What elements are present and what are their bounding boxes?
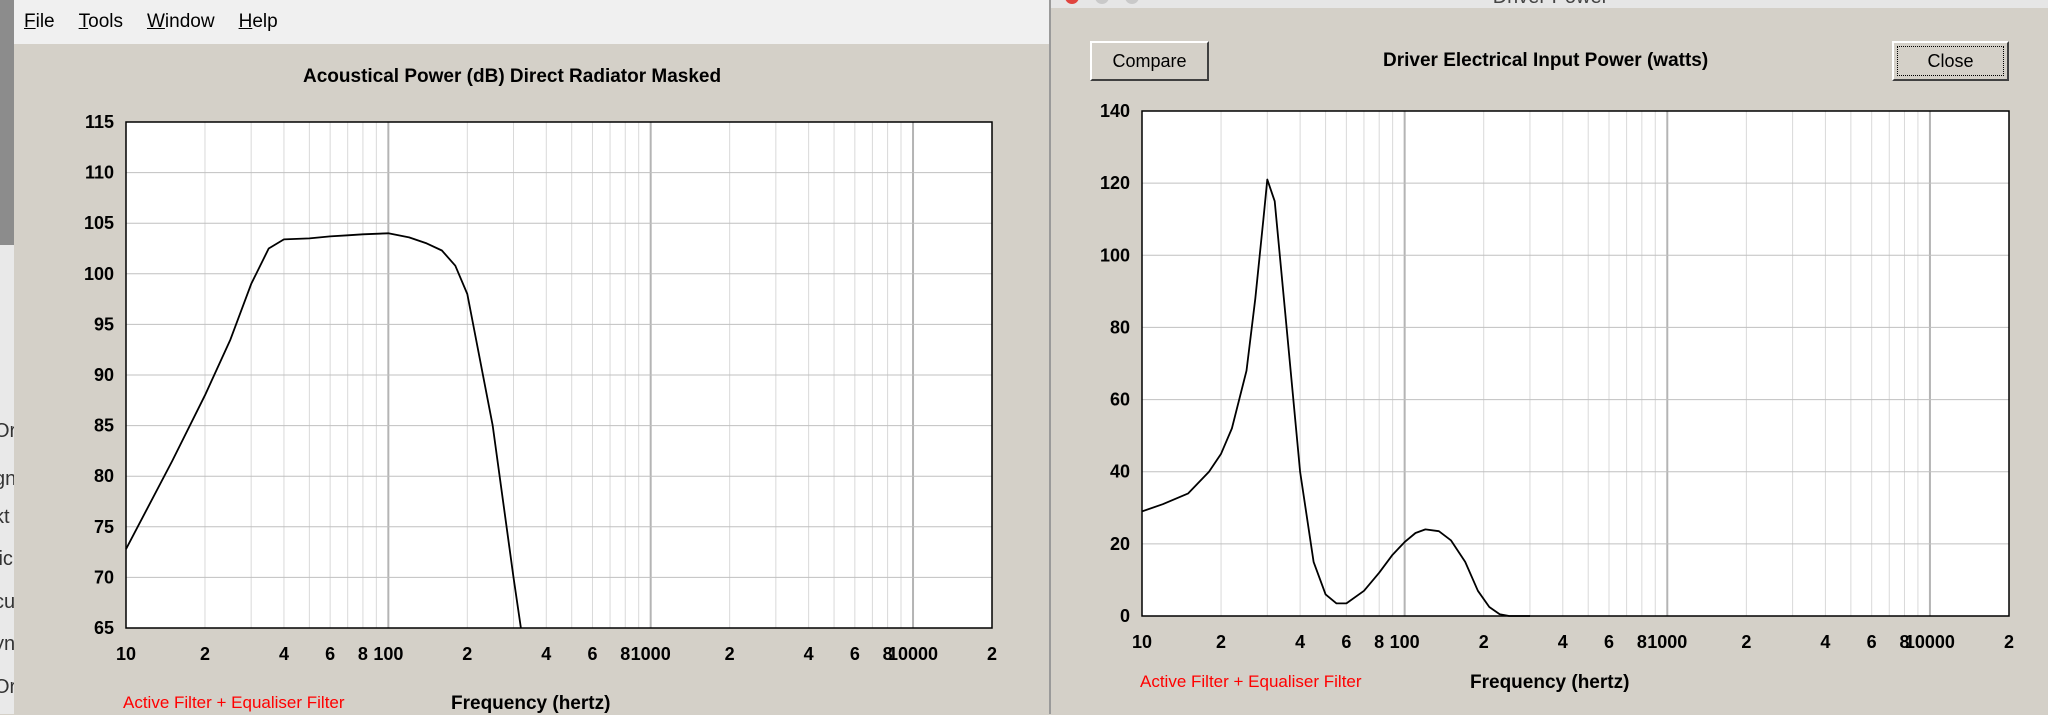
driver-plot-area xyxy=(1142,111,2009,616)
driver-x-tick-label: 10 xyxy=(1132,632,1152,652)
driver-y-tick-label: 80 xyxy=(1110,317,1130,337)
acoustic-x-tick-label: 2 xyxy=(987,644,997,664)
driver-x-tick-label: 6 xyxy=(1341,632,1351,652)
acoustic-filter-label: Active Filter + Equaliser Filter xyxy=(123,693,345,712)
driver-x-tick-label: 6 xyxy=(1867,632,1877,652)
background-window-strip: Or gn kt lic cu yn Or xyxy=(0,0,14,714)
acoustic-x-tick-label: 100 xyxy=(373,644,403,664)
acoustic-x-tick-label: 8 xyxy=(620,644,630,664)
acoustic-power-window: File Tools Window Help Acoustical Power … xyxy=(14,0,1050,714)
acoustic-y-tick-label: 90 xyxy=(94,365,114,385)
background-text-fragment: cu xyxy=(0,591,14,613)
acoustic-y-tick-label: 85 xyxy=(94,416,114,436)
background-text-fragment: Or xyxy=(0,420,14,442)
acoustic-y-tick-label: 70 xyxy=(94,567,114,587)
acoustic-x-tick-label: 2 xyxy=(725,644,735,664)
driver-x-tick-label: 4 xyxy=(1820,632,1830,652)
background-text-fragment: gn xyxy=(0,468,14,490)
acoustic-y-tick-label: 75 xyxy=(94,517,114,537)
acoustic-y-tick-label: 100 xyxy=(84,264,114,284)
acoustic-x-tick-label: 4 xyxy=(279,644,289,664)
acoustic-y-tick-label: 105 xyxy=(84,213,114,233)
driver-x-tick-label: 1000 xyxy=(1647,632,1687,652)
acoustic-x-tick-label: 2 xyxy=(462,644,472,664)
driver-x-tick-label: 100 xyxy=(1390,632,1420,652)
driver-y-tick-label: 140 xyxy=(1100,101,1130,121)
acoustic-x-tick-label: 2 xyxy=(200,644,210,664)
acoustic-x-tick-label: 8 xyxy=(358,644,368,664)
driver-y-tick-label: 40 xyxy=(1110,462,1130,482)
acoustic-x-tick-label: 4 xyxy=(804,644,814,664)
background-text-fragment: yn xyxy=(0,633,14,655)
acoustic-x-tick-label: 1000 xyxy=(631,644,671,664)
acoustic-y-tick-label: 80 xyxy=(94,466,114,486)
driver-y-tick-label: 120 xyxy=(1100,173,1130,193)
acoustic-x-tick-label: 10000 xyxy=(888,644,938,664)
driver-y-tick-label: 100 xyxy=(1100,245,1130,265)
driver-y-tick-label: 0 xyxy=(1120,606,1130,626)
acoustic-y-tick-label: 115 xyxy=(85,112,114,132)
background-text-fragment: Or xyxy=(0,676,14,698)
acoustic-x-axis-label: Frequency (hertz) xyxy=(451,693,611,714)
driver-x-axis-label: Frequency (hertz) xyxy=(1470,672,1630,693)
driver-x-tick-label: 2 xyxy=(2004,632,2014,652)
background-text-fragment: kt xyxy=(0,506,10,528)
driver-x-tick-label: 6 xyxy=(1604,632,1614,652)
driver-x-tick-label: 2 xyxy=(1216,632,1226,652)
acoustic-y-tick-label: 95 xyxy=(94,314,114,334)
driver-power-window: Driver Power Compare Close Driver Electr… xyxy=(1049,0,2048,714)
background-text-fragment: lic xyxy=(0,548,13,570)
acoustic-x-tick-label: 6 xyxy=(587,644,597,664)
acoustic-y-tick-label: 65 xyxy=(94,618,114,638)
acoustic-x-tick-label: 6 xyxy=(325,644,335,664)
driver-x-tick-label: 4 xyxy=(1295,632,1305,652)
driver-x-tick-label: 2 xyxy=(1479,632,1489,652)
background-window-dark-area xyxy=(0,0,14,245)
acoustic-x-tick-label: 10 xyxy=(116,644,136,664)
driver-x-tick-label: 8 xyxy=(1637,632,1647,652)
driver-x-tick-label: 8 xyxy=(1374,632,1384,652)
driver-y-tick-label: 20 xyxy=(1110,534,1130,554)
driver-x-tick-label: 4 xyxy=(1558,632,1568,652)
acoustic-y-tick-label: 110 xyxy=(85,163,114,183)
driver-y-tick-label: 60 xyxy=(1110,390,1130,410)
driver-power-chart: 14012010080604020010 2 4 6 8 100 2 4 6 8 1000 2 4 6 81… xyxy=(1100,101,2014,652)
acoustic-power-chart: 1151101051009590858075706510 2 4 6 8 100 2 4 6 8 1… xyxy=(84,112,997,664)
acoustic-x-tick-label: 6 xyxy=(850,644,860,664)
driver-filter-label: Active Filter + Equaliser Filter xyxy=(1140,672,1362,691)
driver-x-tick-label: 2 xyxy=(1741,632,1751,652)
acoustic-x-tick-label: 4 xyxy=(541,644,551,664)
driver-x-tick-label: 10000 xyxy=(1905,632,1955,652)
